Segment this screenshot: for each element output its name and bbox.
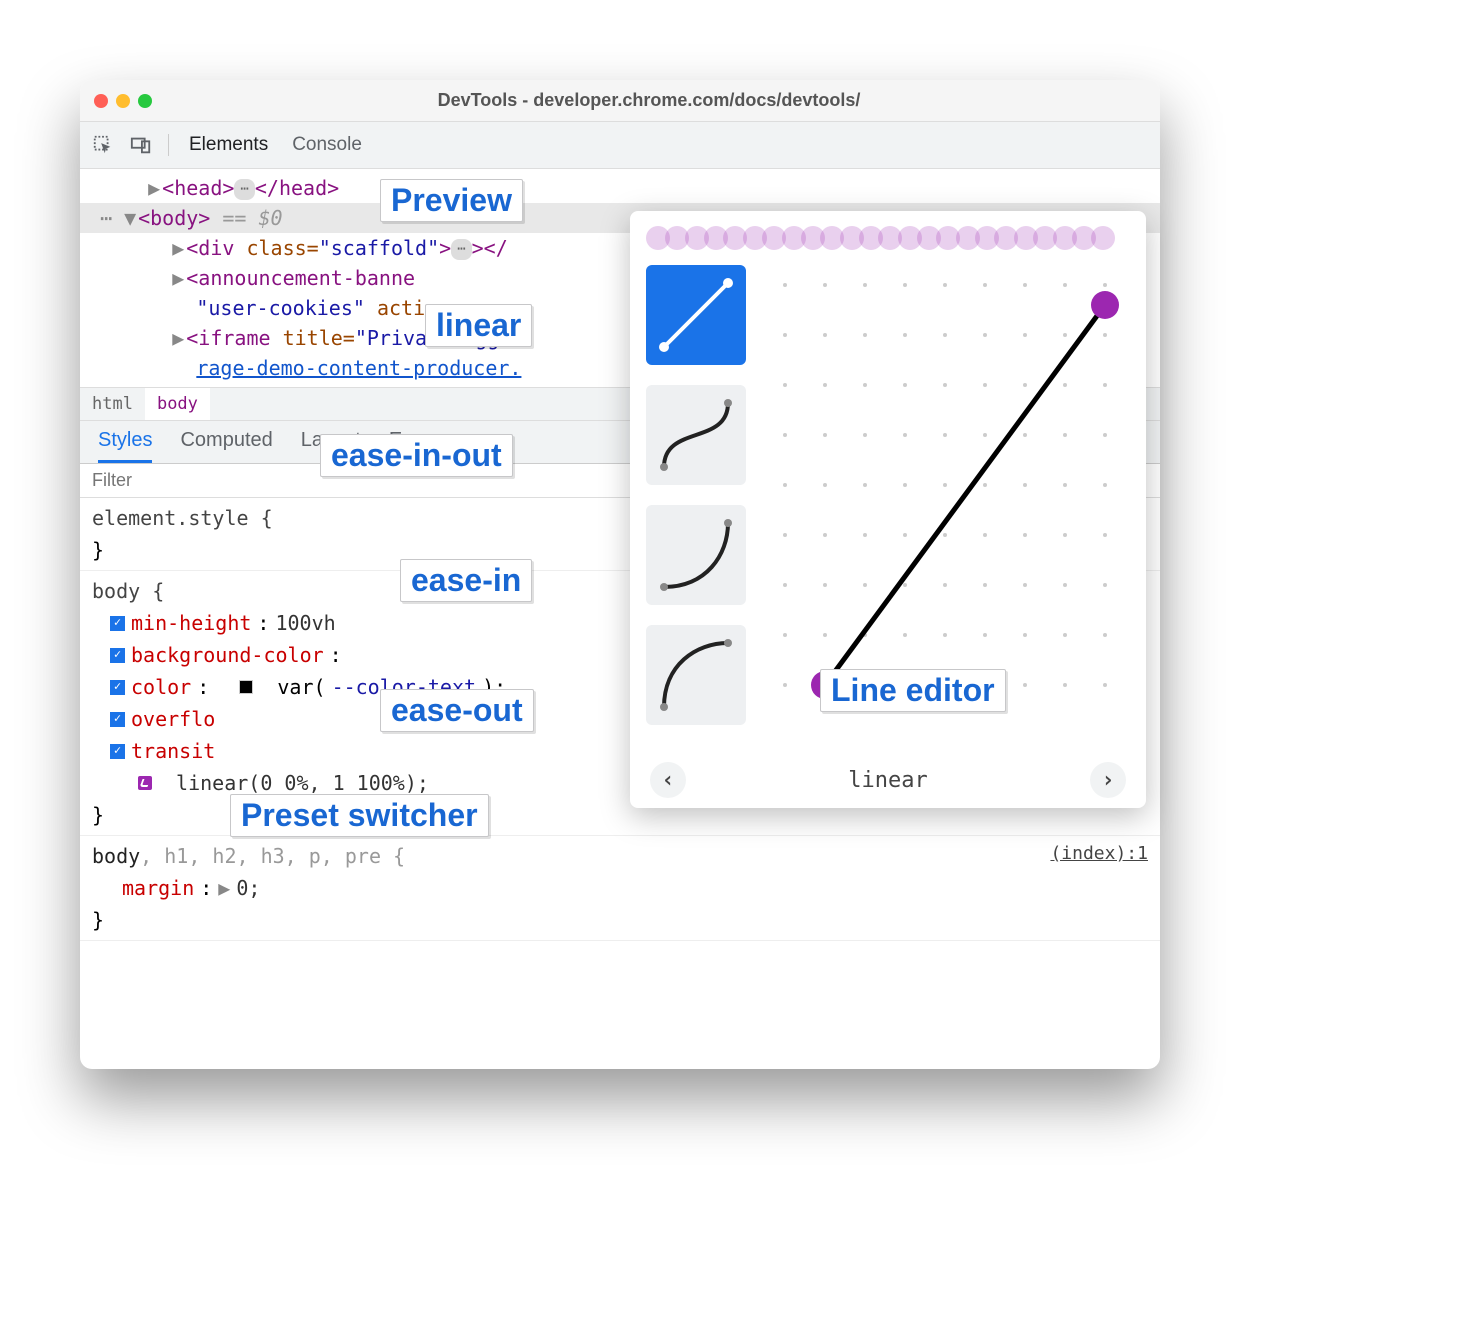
preset-ease-in[interactable] bbox=[646, 505, 746, 605]
subtab-styles[interactable]: Styles bbox=[98, 429, 152, 463]
titlebar: DevTools - developer.chrome.com/docs/dev… bbox=[80, 80, 1160, 122]
content-area: ▶<head>⋯</head> ⋯ ▼<body> == $0 ▶<div cl… bbox=[80, 169, 1160, 1069]
minimize-window-button[interactable] bbox=[116, 94, 130, 108]
checkbox-icon[interactable] bbox=[110, 648, 125, 663]
devtools-window: DevTools - developer.chrome.com/docs/dev… bbox=[80, 80, 1160, 1069]
callout-linear: linear bbox=[425, 304, 532, 347]
preset-ease-out[interactable] bbox=[646, 625, 746, 725]
preset-linear[interactable] bbox=[646, 265, 746, 365]
checkbox-icon[interactable] bbox=[110, 680, 125, 695]
chevron-left-icon: ‹ bbox=[661, 768, 674, 793]
crumb-body[interactable]: body bbox=[145, 388, 210, 420]
next-preset-button[interactable]: › bbox=[1090, 762, 1126, 798]
tab-console[interactable]: Console bbox=[288, 128, 366, 162]
main-toolbar: Elements Console bbox=[80, 122, 1160, 169]
close-window-button[interactable] bbox=[94, 94, 108, 108]
checkbox-icon[interactable] bbox=[110, 712, 125, 727]
callout-ease-out: ease-out bbox=[380, 689, 534, 732]
callout-line-editor: Line editor bbox=[820, 669, 1006, 712]
device-toggle-icon[interactable] bbox=[130, 134, 152, 156]
window-title: DevTools - developer.chrome.com/docs/dev… bbox=[152, 90, 1146, 111]
dom-node-head[interactable]: ▶<head>⋯</head> bbox=[80, 173, 1160, 203]
callout-preset-switcher: Preset switcher bbox=[230, 794, 489, 837]
ellipsis-icon[interactable]: ⋯ bbox=[234, 179, 254, 200]
preset-list bbox=[646, 265, 746, 750]
preview-strip bbox=[646, 221, 1130, 255]
chevron-right-icon: › bbox=[1101, 768, 1114, 793]
subtab-computed[interactable]: Computed bbox=[180, 429, 272, 463]
rule-body-group[interactable]: bodybody, h1, h2, h3, p, pre {, h1, h2, … bbox=[80, 836, 1160, 941]
easing-swatch-icon[interactable] bbox=[138, 776, 152, 790]
easing-editor-popover: ‹ linear › bbox=[630, 211, 1146, 808]
current-preset-label: linear bbox=[848, 768, 927, 793]
checkbox-icon[interactable] bbox=[110, 744, 125, 759]
callout-preview: Preview bbox=[380, 179, 523, 222]
callout-ease-in-out: ease-in-out bbox=[320, 434, 513, 477]
crumb-html[interactable]: html bbox=[80, 388, 145, 420]
color-swatch-icon[interactable] bbox=[239, 680, 253, 694]
toolbar-separator bbox=[168, 134, 169, 156]
preset-switcher: ‹ linear › bbox=[630, 750, 1146, 798]
control-point-end[interactable] bbox=[1091, 291, 1119, 319]
checkbox-icon[interactable] bbox=[110, 616, 125, 631]
inspect-element-icon[interactable] bbox=[92, 134, 114, 156]
traffic-lights bbox=[94, 94, 152, 108]
preset-ease-in-out[interactable] bbox=[646, 385, 746, 485]
source-link[interactable]: (index):1 bbox=[1050, 840, 1148, 872]
ellipsis-icon[interactable]: ⋯ bbox=[451, 239, 471, 260]
callout-ease-in: ease-in bbox=[400, 559, 532, 602]
tab-elements[interactable]: Elements bbox=[185, 128, 272, 162]
maximize-window-button[interactable] bbox=[138, 94, 152, 108]
prev-preset-button[interactable]: ‹ bbox=[650, 762, 686, 798]
